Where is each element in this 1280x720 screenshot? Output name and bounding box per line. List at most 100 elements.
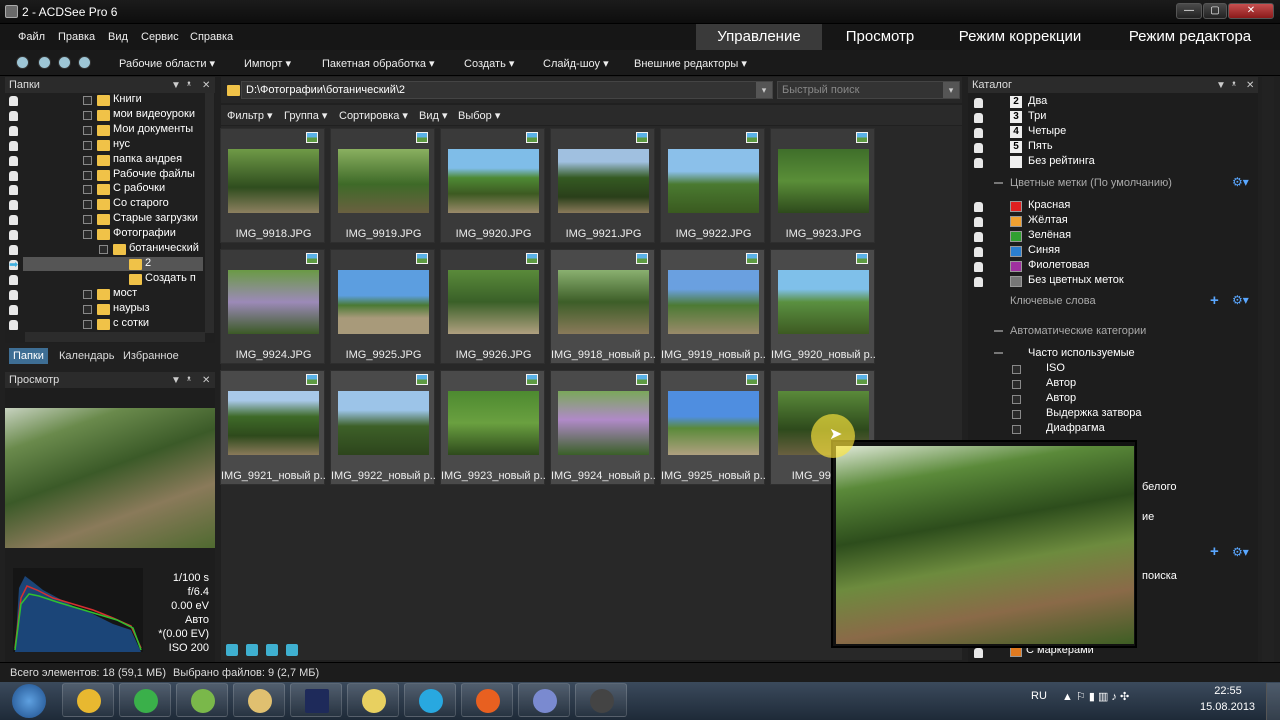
tree-pin-icon[interactable] [9,289,18,300]
gear-icon[interactable]: ⚙▾ [1232,175,1249,189]
tree-pin-icon[interactable] [9,215,18,226]
tree-pin-icon[interactable] [9,185,18,196]
workspaces-menu[interactable]: Рабочие области ▾ [119,57,215,70]
clock-taskbar-button[interactable] [518,683,570,717]
color-label[interactable]: Фиолетовая [1028,259,1089,274]
thumbnail-item[interactable]: IMG_9924.JPG [220,249,325,364]
rotate-left-icon[interactable] [226,644,238,656]
search-dropdown-icon[interactable]: ▾ [943,82,959,98]
tab-calendar[interactable]: Календарь [55,348,119,364]
thumbnail-item[interactable]: IMG_9923_новый р... [440,370,546,485]
folder-item-label[interactable]: С рабочки [113,182,165,197]
menu-tools[interactable]: Сервис [141,31,179,43]
language-indicator[interactable]: RU [1031,690,1047,702]
tree-pin-icon[interactable] [9,230,18,241]
add-search-icon[interactable]: + [1210,543,1219,560]
folder-item-label[interactable]: Мои документы [113,123,193,138]
view-menu[interactable]: Вид ▾ [419,109,447,122]
close-icon[interactable]: ✕ [1246,78,1254,94]
thumbnail-item[interactable]: IMG_9921.JPG [550,128,655,243]
path-field[interactable]: D:\Фотографии\ботанический\2 [241,81,773,99]
rotate-right-icon[interactable] [246,644,258,656]
rating-label[interactable]: Три [1028,110,1046,125]
folder-item-label[interactable]: мои видеоуроки [113,108,195,123]
folder-item-label[interactable]: ботанический [129,242,199,257]
rating-label[interactable]: Без рейтинга [1028,155,1095,170]
clock-time[interactable]: 22:55 [1210,685,1246,697]
label-pin-icon[interactable] [974,217,983,227]
batch-menu[interactable]: Пакетная обработка ▾ [322,57,435,70]
panel-menu-icon[interactable]: ▼ [171,78,181,94]
tree-pin-icon[interactable] [9,125,18,136]
clock-date[interactable]: 15.08.2013 [1200,701,1255,713]
expand-icon[interactable] [83,230,92,240]
tree-pin-icon[interactable] [9,110,18,121]
share-icon[interactable] [266,644,278,656]
external-editors-menu[interactable]: Внешние редакторы ▾ [634,57,747,70]
close-icon[interactable]: ✕ [202,373,210,389]
plants-taskbar-button[interactable] [176,683,228,717]
folder-item-label[interactable]: Создать п [145,272,196,287]
tree-pin-icon[interactable] [9,96,18,106]
color-label[interactable]: Жёлтая [1028,214,1068,229]
thumbnail-item[interactable]: IMG_9925.JPG [330,249,435,364]
folder-item-label[interactable]: наурыз [113,302,150,317]
tree-pin-icon[interactable] [9,245,18,255]
thumbnail-item[interactable]: IMG_9919_новый р... [660,249,766,364]
auto-category-item[interactable]: ISO [1046,362,1065,377]
pin-icon[interactable]: ᵜ [187,78,191,94]
start-button[interactable] [12,684,46,718]
collapse-icon[interactable] [994,330,1003,332]
minimize-button[interactable]: — [1176,3,1202,19]
thumbnail-item[interactable]: IMG_9918.JPG [220,128,325,243]
rating-label[interactable]: Пять [1028,140,1053,155]
back-icon[interactable] [16,56,29,69]
tab-view[interactable]: Просмотр [824,24,936,50]
compare-icon[interactable] [286,644,298,656]
color-label[interactable]: Синяя [1028,244,1060,259]
explorer-taskbar-button[interactable] [233,683,285,717]
rating-pin-icon[interactable] [974,128,983,138]
auto-category-item[interactable]: Автор [1046,392,1076,407]
thumbnail-item[interactable]: IMG_9918_новый р... [550,249,656,364]
thumbnail-item[interactable]: IMG_9921_новый р... [220,370,326,485]
collapse-icon[interactable] [994,352,1003,354]
chart-taskbar-button[interactable] [347,683,399,717]
tree-pin-icon[interactable] [9,274,18,285]
expand-icon[interactable] [1012,410,1021,419]
expand-icon[interactable] [83,319,92,329]
forward-icon[interactable] [38,56,51,69]
thumbnail-item[interactable]: IMG_9925_новый р... [660,370,766,485]
thumbnail-item[interactable]: IMG_9920.JPG [440,128,545,243]
expand-icon[interactable] [83,110,92,120]
filter-menu[interactable]: Фильтр ▾ [227,109,273,122]
menu-edit[interactable]: Правка [58,31,95,43]
tab-folders[interactable]: Папки [9,348,48,364]
skype-taskbar-button[interactable] [404,683,456,717]
thumbnail-item[interactable]: IMG_9923.JPG [770,128,875,243]
maximize-button[interactable]: ▢ [1203,3,1227,19]
menu-view[interactable]: Вид [108,31,128,43]
tab-favorites[interactable]: Избранное [119,348,183,364]
expand-icon[interactable] [83,170,92,180]
photoshop-taskbar-button[interactable] [290,683,342,717]
pin-icon[interactable]: ᵜ [1232,78,1236,94]
expand-icon[interactable] [99,245,108,254]
expand-icon[interactable] [83,96,92,105]
folder-item-label[interactable]: нус [113,138,130,153]
folder-item-label[interactable]: папка андрея [113,153,182,168]
panel-menu-icon[interactable]: ▼ [171,373,181,389]
auto-category-item[interactable]: Автор [1046,377,1076,392]
thumbnail-item[interactable]: IMG_9924_новый р... [550,370,656,485]
slideshow-menu[interactable]: Слайд-шоу ▾ [543,57,609,70]
folder-item-label[interactable]: Старые загрузки [113,212,198,227]
pin-icon[interactable] [974,648,983,658]
sync-icon[interactable] [78,56,91,69]
folder-item-label[interactable]: Фотографии [113,227,176,242]
expand-icon[interactable] [83,215,92,225]
close-icon[interactable]: ✕ [202,78,210,94]
thumbnail-item[interactable]: IMG_9922.JPG [660,128,765,243]
gear-icon[interactable]: ⚙▾ [1232,545,1249,559]
mail-taskbar-button[interactable] [119,683,171,717]
expand-icon[interactable] [83,200,92,210]
